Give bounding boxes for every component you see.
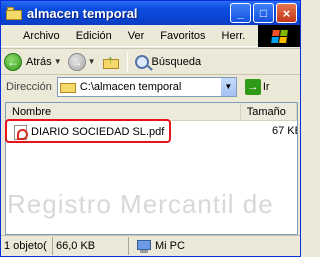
computer-icon — [136, 239, 152, 253]
search-icon — [134, 54, 149, 69]
folder-icon — [6, 6, 22, 20]
search-label: Búsqueda — [151, 55, 202, 68]
address-value[interactable]: C:\almacen temporal — [80, 81, 220, 93]
address-label: Dirección — [6, 80, 52, 93]
status-size: 66,0 KB — [53, 237, 129, 255]
up-folder-button[interactable]: ↑ — [99, 51, 123, 73]
chevron-down-icon[interactable]: ▼ — [88, 57, 96, 66]
go-button[interactable]: → Ir — [244, 78, 270, 95]
column-name[interactable]: Nombre — [6, 103, 241, 120]
minimize-button[interactable]: _ — [230, 3, 251, 23]
menu-bar: Archivo Edición Ver Favoritos Herr. — [1, 25, 300, 47]
forward-arrow-icon: → — [67, 52, 86, 71]
close-button[interactable]: × — [276, 3, 297, 23]
file-size: 67 KB — [272, 125, 297, 137]
status-object-count: 1 objeto( — [1, 237, 53, 255]
address-bar: Dirección C:\almacen temporal ▼ → Ir — [1, 74, 300, 98]
toolbar: ← Atrás ▼ → ▼ ↑ Búsqueda — [1, 48, 300, 74]
menu-edicion[interactable]: Edición — [68, 30, 120, 42]
back-label: Atrás — [26, 55, 52, 68]
menu-herramientas[interactable]: Herr. — [214, 30, 254, 42]
go-label: Ir — [262, 80, 270, 93]
explorer-window: almacen temporal _ □ × Archivo Edición V… — [0, 0, 301, 257]
window-controls: _ □ × — [230, 3, 297, 23]
up-folder-icon: ↑ — [102, 54, 120, 70]
back-button[interactable]: ← Atrás ▼ — [1, 51, 65, 73]
chevron-down-icon[interactable]: ▼ — [54, 57, 62, 66]
windows-logo-icon — [258, 25, 300, 47]
column-size[interactable]: Tamaño — [241, 103, 297, 120]
folder-icon — [59, 80, 76, 93]
status-bar: 1 objeto( 66,0 KB Mi PC — [1, 235, 300, 256]
go-arrow-icon: → — [244, 78, 261, 95]
back-arrow-icon: ← — [4, 52, 22, 71]
status-location-label: Mi PC — [155, 240, 185, 252]
address-field[interactable]: C:\almacen temporal ▼ — [56, 76, 237, 97]
window-title: almacen temporal — [27, 5, 138, 21]
menu-archivo[interactable]: Archivo — [1, 30, 68, 42]
menu-ver[interactable]: Ver — [120, 30, 153, 42]
toolbar-separator — [126, 51, 128, 72]
title-bar[interactable]: almacen temporal _ □ × — [1, 1, 300, 25]
menu-favoritos[interactable]: Favoritos — [152, 30, 213, 42]
file-highlight-frame — [5, 119, 171, 143]
status-location: Mi PC — [129, 237, 300, 255]
maximize-button[interactable]: □ — [253, 3, 274, 23]
chevron-down-icon[interactable]: ▼ — [219, 77, 236, 96]
watermark-text: Registro Mercantil de — [7, 189, 274, 219]
search-button[interactable]: Búsqueda — [132, 51, 205, 73]
forward-button[interactable]: → ▼ — [65, 51, 99, 73]
